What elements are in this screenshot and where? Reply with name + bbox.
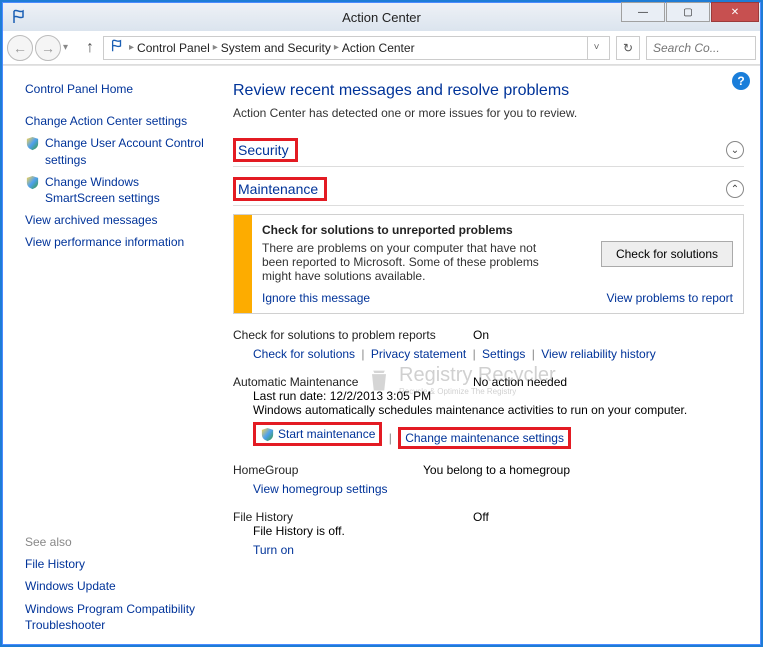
forward-button[interactable]: → [35, 35, 61, 61]
sidebar-change-uac-settings[interactable]: Change User Account Control settings [25, 132, 211, 170]
settings-link[interactable]: Settings [482, 347, 525, 361]
auto-maint-desc: Windows automatically schedules maintena… [233, 403, 744, 417]
homegroup-row: HomeGroup You belong to a homegroup [233, 463, 744, 477]
app-flag-icon [9, 7, 29, 27]
status-label: Automatic Maintenance [233, 375, 473, 389]
notice-box: Check for solutions to unreported proble… [233, 214, 744, 314]
change-maintenance-settings-button[interactable]: Change maintenance settings [398, 427, 571, 449]
sidebar-change-smartscreen-settings[interactable]: Change Windows SmartScreen settings [25, 171, 211, 209]
chevron-right-icon: ▸ [129, 42, 134, 53]
navbar: ← → ▾ ↑ ▸ Control Panel ▸ System and Sec… [3, 31, 760, 65]
status-label: HomeGroup [233, 463, 423, 477]
chevron-right-icon: ▸ [334, 42, 339, 53]
breadcrumb-dropdown-icon[interactable]: ˅ [587, 37, 605, 59]
search-input[interactable] [651, 40, 751, 56]
control-panel-home-link[interactable]: Control Panel Home [25, 78, 211, 100]
main-panel: ? Review recent messages and resolve pro… [225, 66, 760, 644]
search-box[interactable] [646, 36, 756, 60]
shield-icon [25, 136, 40, 151]
see-also-file-history[interactable]: File History [25, 553, 211, 575]
check-for-solutions-button[interactable]: Check for solutions [601, 241, 733, 267]
breadcrumb[interactable]: ▸ Control Panel ▸ System and Security ▸ … [103, 36, 610, 60]
sidebar-item-label: Change User Account Control settings [45, 135, 211, 167]
chevron-right-icon: ▸ [213, 42, 218, 53]
maintenance-label: Maintenance [233, 177, 327, 201]
maximize-button[interactable]: ▢ [666, 2, 710, 22]
shield-icon [25, 175, 40, 190]
refresh-button[interactable]: ↻ [616, 36, 640, 60]
status-value: Off [473, 510, 489, 524]
status-label: File History [233, 510, 473, 524]
file-history-row: File History Off [233, 510, 744, 524]
breadcrumb-item[interactable]: Control Panel [137, 41, 210, 55]
status-label: Check for solutions to problem reports [233, 328, 473, 342]
warning-stripe [234, 215, 252, 313]
back-button[interactable]: ← [7, 35, 33, 61]
body-area: Control Panel Home Change Action Center … [3, 65, 760, 644]
sidebar-change-action-center-settings[interactable]: Change Action Center settings [25, 110, 211, 132]
sidebar-view-performance-information[interactable]: View performance information [25, 231, 211, 253]
security-section-header[interactable]: Security ⌄ [233, 134, 744, 167]
chevron-up-icon[interactable]: ⌃ [726, 180, 744, 198]
solutions-status-row: Check for solutions to problem reports O… [233, 328, 744, 342]
shield-icon [260, 427, 275, 442]
sidebar-item-label: Change Windows SmartScreen settings [45, 174, 211, 206]
view-homegroup-settings-link[interactable]: View homegroup settings [253, 482, 388, 496]
window-controls: — ▢ ✕ [621, 3, 760, 31]
sidebar-view-archived-messages[interactable]: View archived messages [25, 209, 211, 231]
minimize-button[interactable]: — [621, 2, 665, 22]
notice-title: Check for solutions to unreported proble… [262, 223, 733, 237]
privacy-statement-link[interactable]: Privacy statement [371, 347, 466, 361]
auto-maint-actions: Start maintenance | Change maintenance s… [233, 422, 744, 449]
page-heading: Review recent messages and resolve probl… [233, 82, 744, 100]
status-value: You belong to a homegroup [423, 463, 570, 477]
ignore-message-link[interactable]: Ignore this message [262, 291, 370, 305]
see-also-compat-troubleshooter[interactable]: Windows Program Compatibility Troublesho… [25, 598, 211, 636]
solutions-action-links: Check for solutions | Privacy statement … [233, 347, 744, 361]
homegroup-actions: View homegroup settings [233, 482, 744, 496]
see-also-windows-update[interactable]: Windows Update [25, 575, 211, 597]
maintenance-section-header[interactable]: Maintenance ⌃ [233, 173, 744, 206]
status-value: No action needed [473, 375, 567, 389]
change-maintenance-label: Change maintenance settings [405, 431, 564, 445]
sidebar: Control Panel Home Change Action Center … [3, 66, 225, 644]
see-also-heading: See also [25, 535, 211, 549]
last-run-text: Last run date: 12/2/2013 3:05 PM [233, 389, 744, 403]
file-history-desc: File History is off. [233, 524, 744, 538]
chevron-down-icon[interactable]: ⌄ [726, 141, 744, 159]
file-history-actions: Turn on [233, 543, 744, 557]
breadcrumb-item[interactable]: Action Center [342, 41, 415, 55]
history-dropdown-icon[interactable]: ▾ [63, 42, 77, 53]
breadcrumb-item[interactable]: System and Security [221, 41, 331, 55]
up-button[interactable]: ↑ [79, 37, 101, 59]
turn-on-file-history-link[interactable]: Turn on [253, 543, 294, 557]
status-value: On [473, 328, 489, 342]
window: Action Center — ▢ ✕ ← → ▾ ↑ ▸ Control Pa… [2, 2, 761, 645]
security-label: Security [233, 138, 298, 162]
titlebar: Action Center — ▢ ✕ [3, 3, 760, 31]
breadcrumb-flag-icon [110, 39, 124, 56]
close-button[interactable]: ✕ [711, 2, 759, 22]
check-for-solutions-link[interactable]: Check for solutions [253, 347, 355, 361]
help-icon[interactable]: ? [732, 72, 750, 90]
automatic-maintenance-row: Automatic Maintenance No action needed [233, 375, 744, 389]
view-problems-link[interactable]: View problems to report [606, 291, 733, 305]
notice-text: There are problems on your computer that… [262, 241, 562, 283]
view-reliability-history-link[interactable]: View reliability history [541, 347, 656, 361]
page-subtext: Action Center has detected one or more i… [233, 106, 744, 120]
start-maintenance-button[interactable]: Start maintenance [253, 422, 382, 446]
start-maintenance-label: Start maintenance [278, 427, 375, 441]
